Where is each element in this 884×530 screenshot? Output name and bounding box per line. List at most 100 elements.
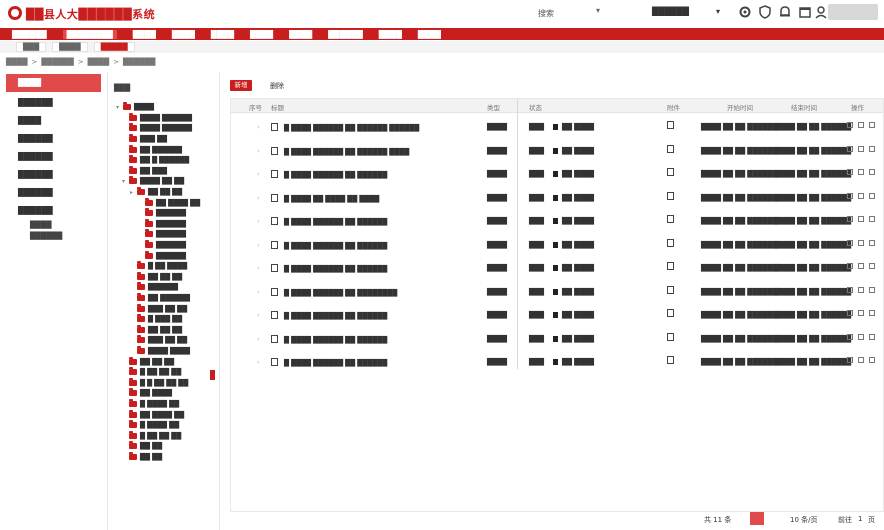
table-row[interactable]: › █ ████ ██████ ██ ██████ ████ ███ ██ ████ ██…: [231, 327, 883, 350]
row-expand-icon[interactable]: ›: [257, 264, 260, 272]
tab-2[interactable]: █████: [93, 42, 135, 52]
tree-node[interactable]: █ ████ ██: [116, 398, 219, 410]
sidebar-item-2[interactable]: ████: [0, 112, 107, 130]
breadcrumb-item[interactable]: ████: [88, 58, 110, 66]
tree-node[interactable]: ██ ████ ██: [116, 197, 219, 208]
table-row[interactable]: › █ ████ ██████ ██ ██████ ████ ███ ██ ████ ██…: [231, 209, 883, 232]
tree-toggle-icon[interactable]: ▸: [130, 189, 136, 196]
gear-icon[interactable]: [738, 5, 752, 19]
table-row[interactable]: › █ ████ ██████ ██ ██████ ████ ███ ██ ████ ██…: [231, 162, 883, 185]
edit-icon[interactable]: [847, 286, 853, 293]
attachment-icon[interactable]: [667, 191, 680, 201]
tree-node[interactable]: █ █ ██ ██ ██: [116, 377, 219, 388]
more-icon[interactable]: [869, 169, 875, 175]
tree-node[interactable]: █ ██ ██ ██: [116, 430, 219, 441]
more-icon[interactable]: [869, 263, 875, 269]
copy-icon[interactable]: [858, 239, 864, 246]
copy-icon[interactable]: [858, 122, 864, 128]
tree-node[interactable]: ▾ ████ ██ ██: [116, 176, 219, 187]
nav-item-6[interactable]: ████: [289, 30, 312, 39]
tree-node[interactable]: ██████: [116, 229, 219, 240]
tree-node[interactable]: ███ ██ ██: [116, 335, 219, 346]
nav-item-9[interactable]: ████: [418, 30, 441, 39]
tree-node[interactable]: ████ ██████: [116, 123, 219, 134]
row-expand-icon[interactable]: ›: [257, 311, 260, 319]
tab-0[interactable]: ███: [16, 42, 47, 52]
attachment-icon[interactable]: [667, 285, 680, 295]
sidebar-item-7[interactable]: ██████: [0, 202, 107, 220]
attachment-icon[interactable]: [667, 332, 680, 342]
pager-current-page[interactable]: [750, 512, 764, 525]
table-row[interactable]: › █ ████ ██ ████ ██ ████ ████ ███ ██ ████ ███…: [231, 186, 883, 209]
tree-node[interactable]: █ ██ ██ ██: [116, 367, 219, 378]
row-title[interactable]: █ ████ ██████ ██ ██████: [271, 170, 387, 179]
chevron-down-icon[interactable]: ▾: [716, 7, 720, 16]
nav-item-3[interactable]: ████: [172, 30, 195, 39]
copy-icon[interactable]: [858, 145, 864, 152]
sidebar-subitem-1[interactable]: ██████: [0, 231, 107, 242]
tree-node[interactable]: ██ █ ██████: [116, 155, 219, 166]
tree-node[interactable]: ▸ ██ ██ ██: [116, 187, 219, 198]
table-row[interactable]: › █ ████ ██████ ██ ██████ ████ ███ ██ ████ ██…: [231, 350, 883, 373]
edit-icon[interactable]: [847, 263, 853, 269]
tree-node[interactable]: ██ ████ ██: [116, 409, 219, 420]
sidebar-item-4[interactable]: ██████: [0, 148, 107, 166]
more-icon[interactable]: [869, 286, 875, 293]
table-row[interactable]: › █ ████ ██████ ██ ██████ ██████ ████ ███ ██…: [231, 115, 883, 138]
row-title[interactable]: █ ████ ██████ ██ ██████ ████: [271, 146, 409, 156]
tree-node[interactable]: ██ ██ ██: [116, 271, 219, 283]
breadcrumb-item[interactable]: ████: [6, 58, 28, 66]
row-title[interactable]: █ ████ ██████ ██ ██████: [271, 334, 387, 344]
nav-item-0[interactable]: ██████: [12, 30, 47, 39]
attachment-icon[interactable]: [667, 356, 680, 365]
tree-node[interactable]: ██████: [116, 250, 219, 261]
row-title[interactable]: █ ████ ██████ ██ ██████: [271, 217, 387, 226]
edit-icon[interactable]: [847, 122, 853, 128]
tree-node[interactable]: ██ ██ ██: [116, 324, 219, 335]
nav-item-1[interactable]: ████████: [62, 29, 117, 39]
attachment-icon[interactable]: [667, 238, 680, 248]
tree-node[interactable]: ██ ██████: [116, 292, 219, 304]
delete-button[interactable]: 删除: [270, 81, 284, 91]
more-icon[interactable]: [869, 239, 875, 246]
attachment-icon[interactable]: [667, 309, 680, 318]
copy-icon[interactable]: [858, 333, 864, 340]
row-title[interactable]: █ ████ ██████ ██ ██████ ██████: [271, 123, 419, 132]
row-expand-icon[interactable]: ›: [257, 241, 260, 249]
tree-node[interactable]: ███ ██ ██: [116, 303, 219, 314]
row-title[interactable]: █ ████ ██████ ██ ██████: [271, 311, 387, 320]
sidebar-item-5[interactable]: ██████: [0, 166, 107, 184]
avatar[interactable]: [828, 4, 878, 20]
row-expand-icon[interactable]: ›: [257, 288, 260, 296]
tree-node[interactable]: ██████: [116, 282, 219, 293]
edit-icon[interactable]: [847, 333, 853, 340]
attachment-icon[interactable]: [667, 168, 680, 177]
row-title[interactable]: █ ████ ██████ ██ ████████: [271, 287, 397, 297]
tree-node[interactable]: ██ ██ ██: [116, 356, 219, 367]
copy-icon[interactable]: [858, 286, 864, 293]
row-title[interactable]: █ ████ ██████ ██ ██████: [271, 240, 387, 250]
copy-icon[interactable]: [858, 169, 864, 175]
copy-icon[interactable]: [858, 310, 864, 316]
tree-node[interactable]: ██████: [116, 218, 219, 230]
tree-node[interactable]: ██████: [116, 240, 219, 251]
search-button[interactable]: 搜索: [538, 8, 554, 19]
sidebar-item-1[interactable]: ██████: [0, 94, 107, 112]
edit-icon[interactable]: [847, 169, 853, 175]
attachment-icon[interactable]: [667, 215, 680, 224]
table-row[interactable]: › █ ████ ██████ ██ ████████ ████ ███ ██ ████…: [231, 280, 883, 303]
tree-toggle-icon[interactable]: ▾: [122, 178, 128, 185]
copy-icon[interactable]: [858, 263, 864, 269]
tree-node[interactable]: ██████: [116, 208, 219, 219]
user-menu[interactable]: ██████: [652, 7, 689, 16]
row-expand-icon[interactable]: ›: [257, 335, 260, 343]
window-icon[interactable]: [798, 5, 812, 19]
more-icon[interactable]: [869, 122, 875, 128]
sidebar-item-3[interactable]: ██████: [0, 130, 107, 148]
table-row[interactable]: › █ ████ ██████ ██ ██████ ████ ███ ██ ████ ██…: [231, 256, 883, 279]
table-row[interactable]: › █ ████ ██████ ██ ██████ ████ ████ ███ ██ █…: [231, 139, 883, 162]
panel-resize-handle[interactable]: [210, 370, 215, 380]
user-icon[interactable]: [814, 5, 828, 19]
sidebar-subitem-0[interactable]: ████: [0, 220, 107, 231]
nav-item-4[interactable]: ████: [211, 30, 234, 39]
